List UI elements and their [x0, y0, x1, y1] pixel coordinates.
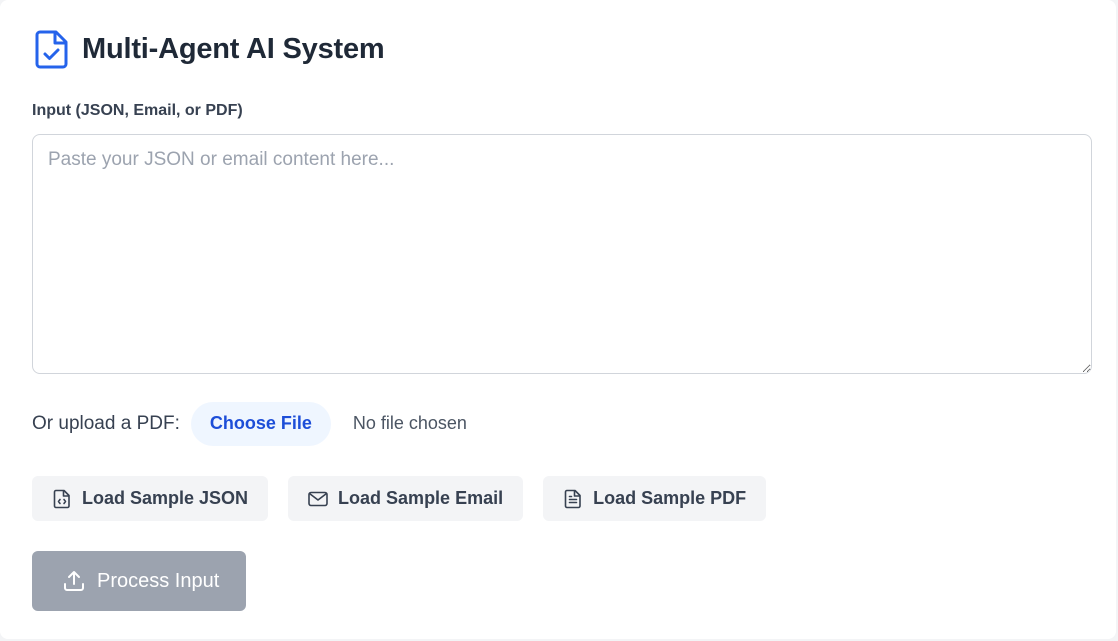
header: Multi-Agent AI System: [35, 29, 385, 69]
file-status: No file chosen: [352, 413, 467, 433]
load-sample-email-button[interactable]: Load Sample Email: [288, 476, 524, 521]
load-sample-pdf-button[interactable]: Load Sample PDF: [543, 476, 767, 521]
input-label: Input (JSON, Email, or PDF): [32, 102, 243, 119]
mail-icon: [308, 489, 328, 509]
main-card: Multi-Agent AI System Input (JSON, Email…: [0, 0, 1116, 639]
sample-button-label: Load Sample PDF: [593, 488, 747, 508]
pdf-upload-row: Or upload a PDF: Choose File No file cho…: [32, 401, 467, 446]
choose-file-button[interactable]: Choose File: [190, 401, 331, 446]
file-code-icon: [52, 489, 72, 509]
load-sample-json-button[interactable]: Load Sample JSON: [32, 476, 269, 521]
upload-icon: [62, 569, 86, 593]
content-input[interactable]: [32, 134, 1092, 374]
upload-label: Or upload a PDF:: [32, 412, 180, 434]
sample-button-label: Load Sample JSON: [82, 488, 249, 508]
process-input-label: Process Input: [97, 569, 220, 592]
process-input-button[interactable]: Process Input: [32, 551, 246, 611]
file-text-icon: [563, 489, 583, 509]
file-check-icon: [35, 29, 69, 69]
page-title: Multi-Agent AI System: [82, 32, 385, 65]
sample-button-label: Load Sample Email: [338, 488, 504, 508]
sample-buttons: Load Sample JSON Load Sample Email Load …: [32, 476, 786, 521]
